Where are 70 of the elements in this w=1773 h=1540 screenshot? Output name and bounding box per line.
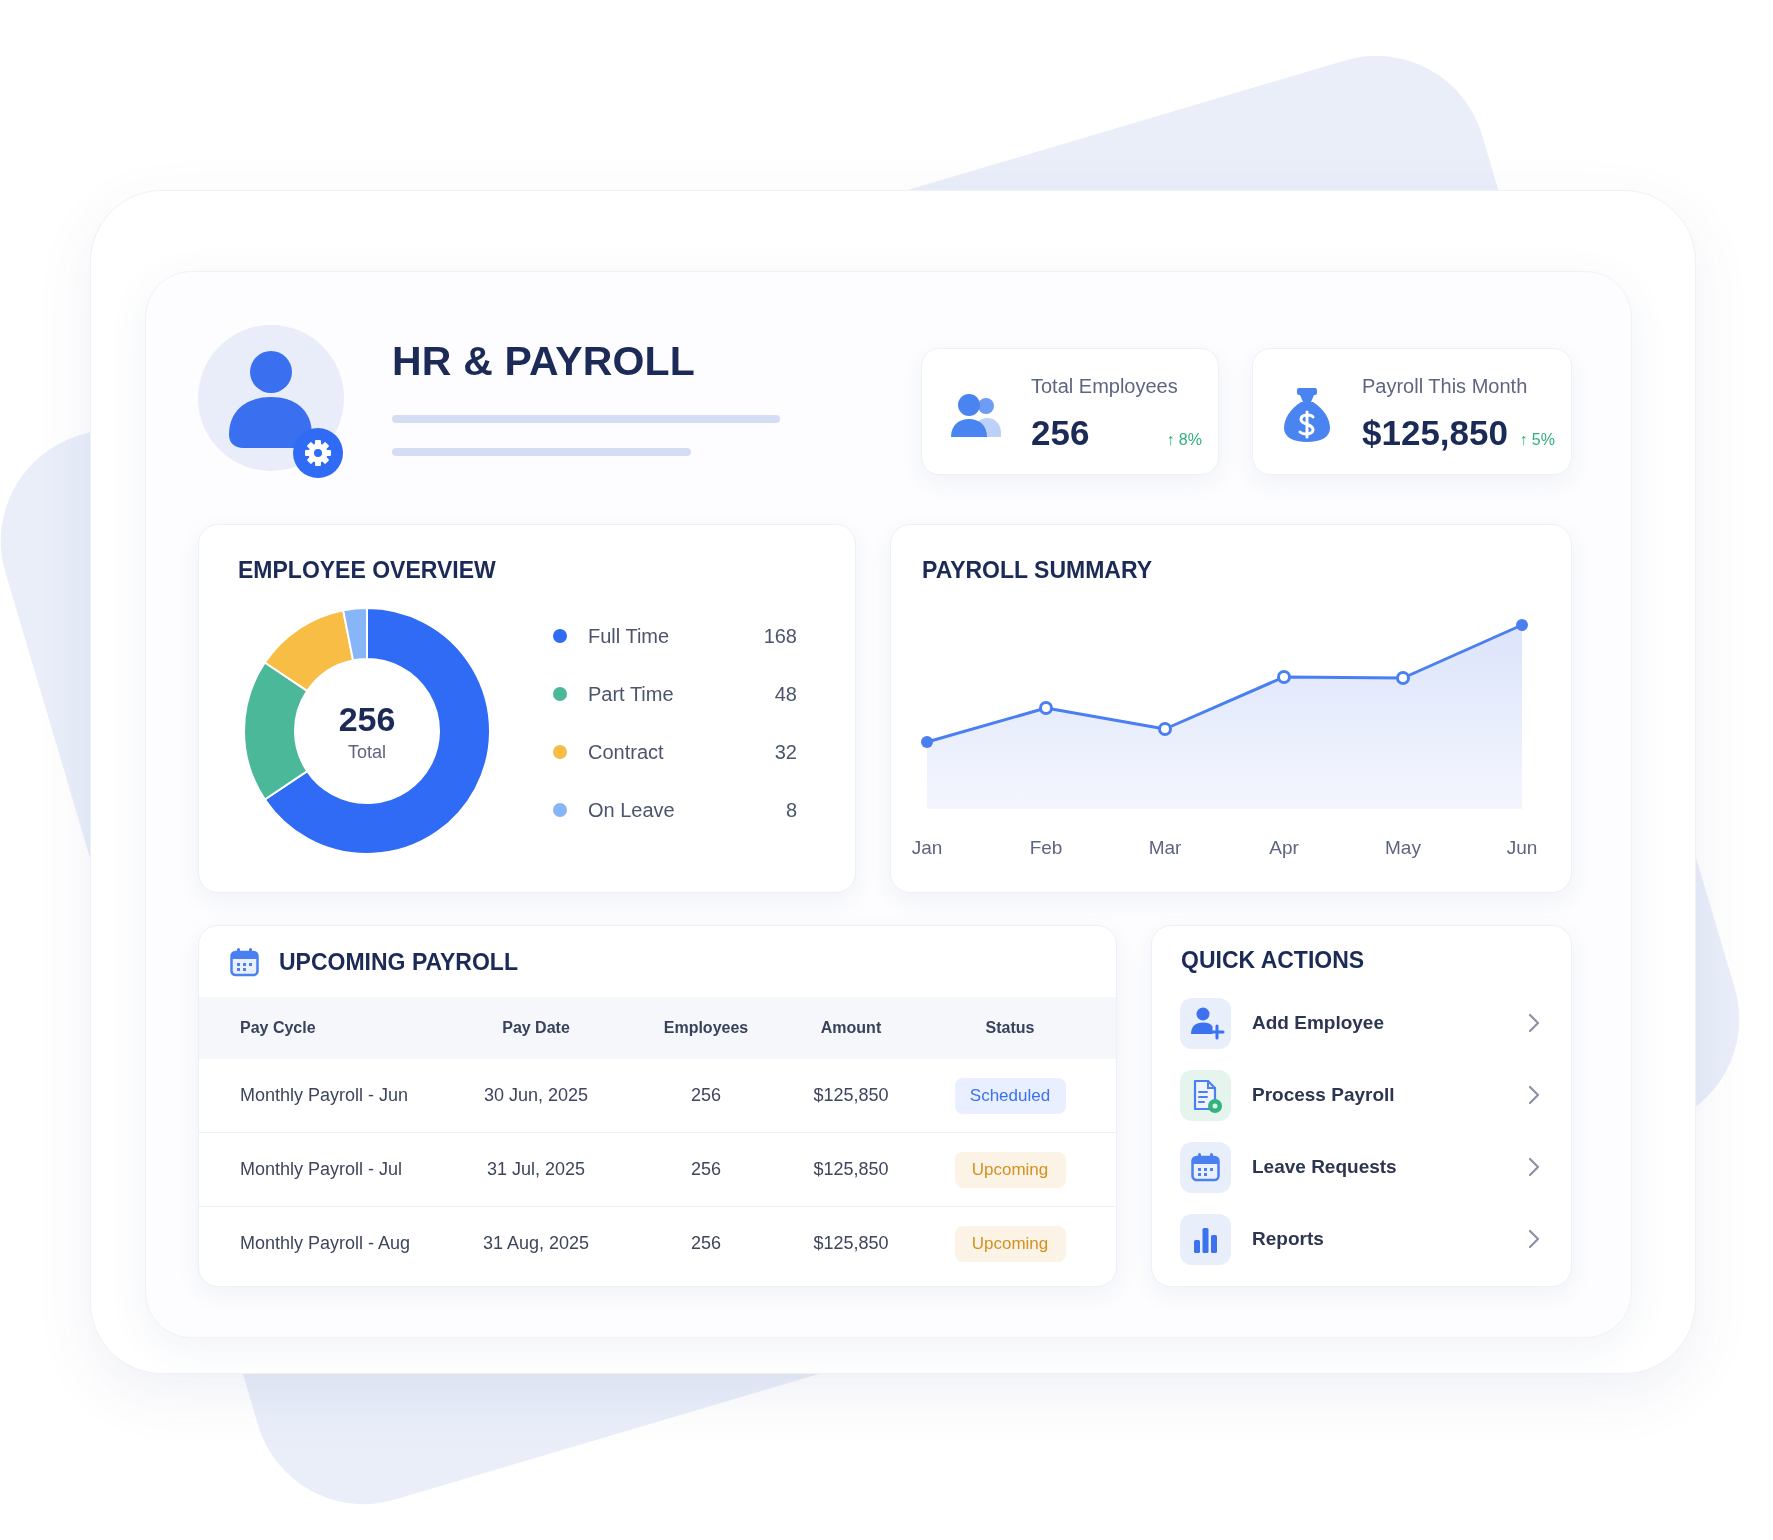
axis-label: Apr: [1268, 836, 1300, 860]
table-cell: $125,850: [813, 1159, 889, 1180]
legend-label: On Leave: [588, 798, 675, 822]
chevron-right-icon: [1527, 1156, 1541, 1178]
legend-count: 8: [785, 798, 797, 822]
data-point: [1158, 722, 1172, 736]
table-cell: $125,850: [813, 1085, 889, 1106]
data-point: [921, 736, 933, 748]
user-avatar-icon: [198, 325, 344, 471]
document-icon: [1180, 1069, 1231, 1121]
stat-value: 256: [1031, 412, 1090, 454]
card-title: PAYROLL SUMMARY: [922, 556, 1153, 584]
chevron-right-icon: [1527, 1012, 1541, 1034]
card-title: QUICK ACTIONS: [1181, 946, 1365, 974]
money-bag-icon: [1284, 387, 1330, 442]
data-point: [1039, 701, 1053, 715]
column-header: Pay Date: [502, 1019, 570, 1037]
axis-label: Mar: [1147, 836, 1183, 860]
calendar-icon: [229, 946, 260, 977]
axis-label: May: [1384, 836, 1422, 860]
status-badge: Scheduled: [954, 1077, 1066, 1114]
column-header: Employees: [663, 1019, 749, 1037]
stat-label: Total Employees: [1031, 374, 1178, 398]
quick-action-item[interactable]: Leave Requests: [1180, 1131, 1541, 1203]
table-cell: $125,850: [813, 1233, 889, 1254]
card-title: EMPLOYEE OVERVIEW: [238, 556, 496, 584]
dashboard-title: HR & PAYROLL: [392, 337, 696, 385]
people-icon: [951, 392, 1001, 437]
card-title: UPCOMING PAYROLL: [279, 947, 518, 976]
stat-value: $125,850: [1362, 412, 1508, 454]
legend-count: 32: [774, 740, 797, 764]
quick-action-item[interactable]: Process Payroll: [1180, 1059, 1541, 1131]
change-indicator: ↑ 8%: [1165, 430, 1202, 450]
chevron-right-icon: [1527, 1228, 1541, 1250]
axis-label: Jan: [910, 836, 944, 860]
data-point: [1277, 670, 1291, 684]
legend-count: 168: [763, 624, 797, 648]
calendar-icon: [1180, 1141, 1231, 1193]
change-indicator: ↑ 5%: [1518, 430, 1555, 450]
table-cell: Monthly Payroll - Jul: [240, 1159, 403, 1180]
table-cell: Monthly Payroll - Aug: [240, 1233, 411, 1254]
quick-action-item[interactable]: Add Employee: [1180, 987, 1541, 1059]
status-badge: Upcoming: [954, 1151, 1066, 1188]
axis-label: Feb: [1028, 836, 1064, 860]
status-badge: Upcoming: [954, 1225, 1066, 1262]
legend-count: 48: [774, 682, 797, 706]
total-count: 256: [338, 699, 396, 739]
legend-label: Contract: [588, 740, 664, 764]
data-point: [1516, 619, 1528, 631]
chevron-right-icon: [1527, 1084, 1541, 1106]
quick-action-item[interactable]: Reports: [1180, 1203, 1541, 1275]
table-cell: 256: [690, 1233, 721, 1254]
data-point: [1396, 671, 1410, 685]
stat-label: Payroll This Month: [1362, 374, 1528, 398]
table-cell: 30 Jun, 2025: [483, 1085, 589, 1106]
column-header: Amount: [820, 1019, 882, 1037]
legend-label: Part Time: [588, 682, 674, 706]
table-cell: 31 Aug, 2025: [482, 1233, 590, 1254]
column-header: Pay Cycle: [240, 1019, 316, 1037]
legend-label: Full Time: [588, 624, 670, 648]
table-cell: 256: [690, 1159, 721, 1180]
add-user-icon: [1180, 997, 1231, 1049]
total-label: Total: [348, 741, 386, 763]
table-cell: Monthly Payroll - Jun: [240, 1085, 409, 1106]
column-header: Status: [985, 1019, 1035, 1037]
table-cell: 31 Jul, 2025: [486, 1159, 586, 1180]
bar-chart-icon: [1180, 1213, 1231, 1265]
gear-icon: [293, 428, 343, 478]
table-cell: 256: [690, 1085, 721, 1106]
axis-label: Jun: [1505, 836, 1539, 860]
